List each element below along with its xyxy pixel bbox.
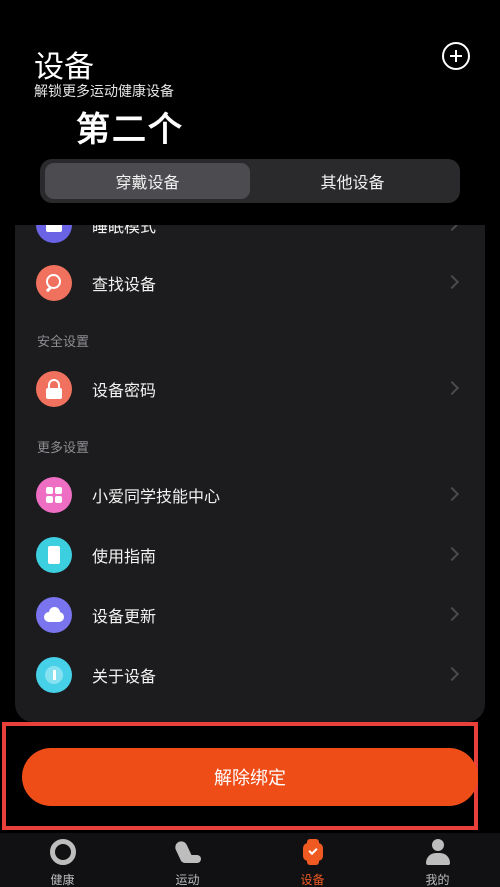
list-item-find-device[interactable]: 查找设备 (15, 255, 485, 311)
list-item-user-guide[interactable]: 使用指南 (15, 527, 485, 583)
nav-item-profile[interactable]: 我的 (375, 833, 500, 887)
lock-icon (36, 371, 72, 407)
header: 设备 解锁更多运动健康设备 第二个 穿戴设备 其他设备 (0, 0, 500, 225)
list-item-label: 查找设备 (92, 275, 157, 294)
nav-label: 运动 (175, 873, 200, 887)
chevron-right-icon (444, 274, 460, 290)
list-item-sleep-mode[interactable]: 睡眠模式 (15, 225, 485, 253)
section-title-more: 更多设置 (37, 441, 90, 456)
person-icon (425, 839, 451, 865)
list-item-label: 设备密码 (92, 381, 157, 400)
section-title-security: 安全设置 (37, 335, 90, 350)
chevron-right-icon (444, 225, 460, 232)
nav-item-workout[interactable]: 运动 (125, 833, 250, 887)
list-item-label: 睡眠模式 (92, 225, 157, 236)
apps-icon (36, 477, 72, 513)
tab-wearable-devices[interactable]: 穿戴设备 (45, 163, 250, 199)
list-item-label: 关于设备 (92, 667, 157, 686)
nav-label: 健康 (50, 873, 75, 887)
list-item-label: 设备更新 (92, 607, 157, 626)
watch-icon (300, 839, 326, 865)
nav-label: 我的 (425, 873, 450, 887)
device-type-tabs: 穿戴设备 其他设备 (40, 159, 460, 203)
list-item-about-device[interactable]: 关于设备 (15, 647, 485, 703)
chevron-right-icon (444, 486, 460, 502)
nav-label: 设备 (300, 873, 325, 887)
page-subtitle: 解锁更多运动健康设备 (34, 84, 174, 100)
bottom-nav: 健康 运动 设备 我的 (0, 833, 500, 887)
shoe-icon (173, 839, 201, 865)
list-item-xiaoai-skills[interactable]: 小爱同学技能中心 (15, 467, 485, 523)
ring-icon (50, 839, 76, 865)
moon-icon (36, 225, 72, 243)
list-item-label: 使用指南 (92, 547, 157, 566)
list-item-device-password[interactable]: 设备密码 (15, 361, 485, 417)
cloud-upload-icon (36, 597, 72, 633)
info-icon (36, 657, 72, 693)
add-device-button[interactable] (442, 42, 470, 70)
nav-item-health[interactable]: 健康 (0, 833, 125, 887)
handwritten-annotation: 第二个 (76, 110, 184, 150)
page-title: 设备 (34, 50, 94, 85)
search-icon (36, 265, 72, 301)
list-item-label: 小爱同学技能中心 (92, 487, 221, 506)
list-item-device-update[interactable]: 设备更新 (15, 587, 485, 643)
book-icon (36, 537, 72, 573)
chevron-right-icon (444, 546, 460, 562)
tab-other-devices[interactable]: 其他设备 (250, 163, 455, 199)
nav-item-device[interactable]: 设备 (250, 833, 375, 887)
settings-card: 睡眠模式 查找设备 安全设置 设备密码 更多设置 小爱同学技能中心 使用指南 设… (15, 225, 485, 722)
chevron-right-icon (444, 666, 460, 682)
chevron-right-icon (444, 606, 460, 622)
chevron-right-icon (444, 380, 460, 396)
unbind-button[interactable]: 解除绑定 (22, 748, 478, 806)
